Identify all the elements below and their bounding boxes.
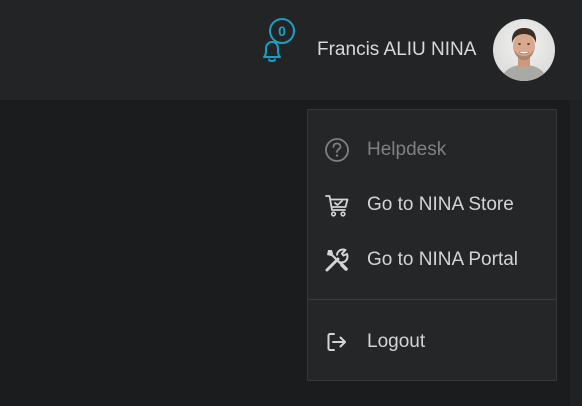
tools-icon xyxy=(323,246,351,274)
notification-count-badge: 0 xyxy=(269,18,295,44)
menu-divider xyxy=(308,299,556,300)
user-avatar-photo xyxy=(493,19,555,81)
scrollbar-track[interactable] xyxy=(570,100,582,406)
user-dropdown-menu: Helpdesk Go to NINA Store Go to NINA Por… xyxy=(307,109,557,381)
shopping-cart-check-icon xyxy=(323,191,351,219)
logout-icon xyxy=(323,328,351,356)
logout-button[interactable]: Logout xyxy=(308,319,556,365)
menu-item-label: Go to NINA Store xyxy=(367,194,514,215)
menu-item-nina-portal[interactable]: Go to NINA Portal xyxy=(308,237,556,283)
menu-item-helpdesk[interactable]: Helpdesk xyxy=(308,127,556,173)
logout-label: Logout xyxy=(367,331,426,352)
menu-item-label: Helpdesk xyxy=(367,139,447,160)
menu-item-label: Go to NINA Portal xyxy=(367,249,519,270)
user-name[interactable]: Francis ALIU NINA xyxy=(317,39,476,61)
app-page: 0 Francis ALIU NINA Helpdesk Go to NINA … xyxy=(0,0,582,406)
avatar[interactable] xyxy=(493,19,555,81)
help-circle-icon xyxy=(323,136,351,164)
menu-item-nina-store[interactable]: Go to NINA Store xyxy=(308,182,556,228)
